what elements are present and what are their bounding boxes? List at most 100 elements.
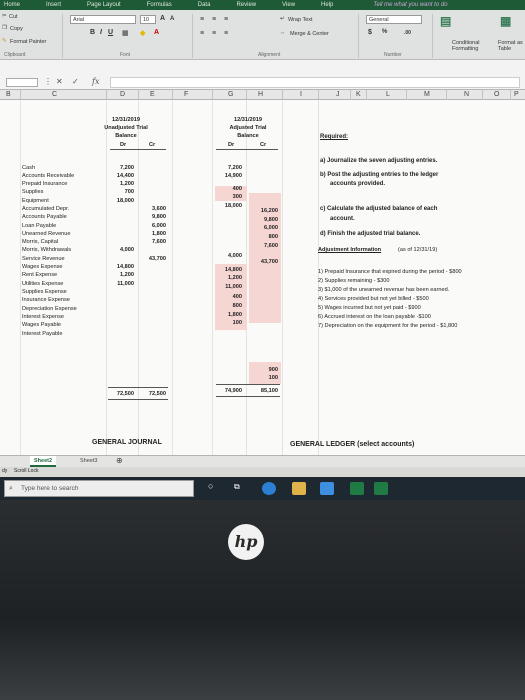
column-header-i[interactable]: I [300, 91, 302, 98]
column-header-g[interactable]: G [228, 91, 233, 98]
account-supplies: Supplies [22, 189, 44, 195]
column-header-e[interactable]: E [150, 91, 155, 98]
required-item-a: a) Journalize the seven adjusting entrie… [320, 158, 438, 164]
adjustment-info-date: (as of 12/31/19) [398, 247, 438, 253]
column-header-h[interactable]: H [258, 91, 263, 98]
taskbar-search-box[interactable]: ⌕ Type here to search [4, 480, 194, 497]
conditional-formatting-icon[interactable]: ▤ [440, 14, 451, 28]
adj-dr-cell: 400 [232, 294, 242, 300]
adj-dr-cell: 4,000 [228, 253, 242, 259]
adj-dr-cell: 18,000 [224, 203, 242, 209]
font-name-select[interactable]: Arial [70, 15, 136, 24]
column-header-j[interactable]: J [336, 91, 340, 98]
column-header-c[interactable]: C [52, 91, 57, 98]
decimal-icon[interactable]: .00 [404, 30, 411, 36]
formula-input[interactable] [110, 77, 520, 88]
align-top-icon[interactable]: ≡ [200, 16, 204, 23]
wrap-text-button[interactable]: Wrap Text [288, 17, 313, 23]
total-double-underline [108, 399, 168, 400]
store-icon[interactable] [320, 482, 334, 495]
tab-data[interactable]: Data [198, 2, 211, 8]
underline-icon[interactable]: U [108, 29, 113, 36]
format-as-table-icon[interactable]: ▦ [500, 14, 511, 28]
tab-page-layout[interactable]: Page Layout [87, 2, 121, 8]
file-explorer-icon[interactable] [292, 482, 306, 495]
grow-font-icon[interactable]: A [160, 15, 165, 22]
currency-icon[interactable]: $ [368, 29, 372, 36]
tab-review[interactable]: Review [236, 2, 256, 8]
excel-taskbar-icon-2[interactable] [374, 482, 388, 495]
scissors-icon[interactable]: ✂ [2, 13, 7, 19]
font-size-select[interactable]: 10 [140, 15, 156, 24]
number-format-select[interactable]: General [366, 15, 422, 24]
align-bottom-icon[interactable]: ≡ [224, 16, 228, 23]
adj-dr-cell: 1,200 [228, 275, 242, 281]
format-as-table-button[interactable]: Format as Table [498, 40, 525, 52]
italic-icon[interactable]: I [100, 29, 102, 36]
font-color-icon[interactable]: A [154, 29, 159, 36]
align-right-icon[interactable]: ≡ [224, 30, 228, 37]
column-header-divider [106, 90, 107, 100]
function-icon[interactable]: fx [92, 77, 99, 86]
bold-icon[interactable]: B [90, 29, 95, 36]
gridline [138, 100, 139, 455]
column-header-k[interactable]: K [356, 91, 361, 98]
wrap-text-icon[interactable]: ↵ [280, 16, 285, 22]
copy-icon[interactable]: ❐ [2, 25, 7, 31]
excel-taskbar-icon[interactable] [350, 482, 364, 495]
column-header-l[interactable]: L [386, 91, 390, 98]
worksheet-grid[interactable]: 12/31/2019 Unadjusted Trial Balance Dr C… [0, 100, 525, 455]
sheet-tab-sheet2[interactable]: Sheet2 [30, 456, 57, 467]
confirm-icon[interactable]: ✓ [72, 77, 79, 86]
number-group-label: Number [384, 52, 402, 58]
format-painter-button[interactable]: Format Painter [10, 39, 46, 45]
account-accounts-receivable: Accounts Receivable [22, 173, 75, 179]
align-left-icon[interactable]: ≡ [200, 30, 204, 37]
ribbon: ✂ Cut ❐ Copy ✎ Format Painter Clipboard … [0, 10, 525, 60]
percent-icon[interactable]: % [382, 29, 387, 35]
total-underline [108, 387, 168, 388]
name-box[interactable] [6, 78, 38, 87]
cancel-icon[interactable]: ✕ [56, 77, 63, 86]
tab-home[interactable]: Home [4, 2, 20, 8]
column-header-divider [172, 90, 173, 100]
borders-icon[interactable]: ▦ [122, 29, 129, 37]
tab-help[interactable]: Help [321, 2, 333, 8]
cortana-icon[interactable]: ○ [208, 482, 213, 491]
tab-formulas[interactable]: Formulas [147, 2, 172, 8]
task-view-icon[interactable]: ⧉ [234, 483, 240, 491]
sheet-tab-sheet3[interactable]: Sheet3 [76, 456, 101, 467]
required-item-b-cont: accounts provided. [330, 181, 386, 187]
column-header-p[interactable]: P [514, 91, 519, 98]
merge-center-icon[interactable]: ⇔ [280, 30, 286, 36]
column-header-n[interactable]: N [464, 91, 469, 98]
merge-center-button[interactable]: Merge & Center [290, 31, 329, 37]
column-header-d[interactable]: D [120, 91, 125, 98]
unadj-dr-cell: 4,000 [120, 247, 134, 253]
conditional-formatting-button[interactable]: Conditional Formatting [452, 40, 496, 52]
edge-icon[interactable] [262, 482, 276, 495]
add-sheet-icon[interactable]: ⊕ [112, 456, 127, 467]
shrink-font-icon[interactable]: A [170, 16, 174, 22]
account-insurance-expense: Insurance Expense [22, 297, 70, 303]
expand-icon[interactable]: ⋮ [44, 77, 52, 86]
align-center-icon[interactable]: ≡ [212, 30, 216, 37]
account-supplies-expense: Supplies Expense [22, 289, 67, 295]
adj-cr-cell: 16,200 [260, 208, 278, 214]
column-header-o[interactable]: O [494, 91, 499, 98]
adj-total-dr: 74,900 [224, 388, 242, 394]
copy-button[interactable]: Copy [10, 26, 23, 32]
column-header-b[interactable]: B [6, 91, 11, 98]
column-header-f[interactable]: F [184, 91, 188, 98]
cut-button[interactable]: Cut [9, 14, 18, 20]
account-morris-withdrawals: Morris, Withdrawals [22, 247, 72, 253]
format-painter-icon[interactable]: ✎ [2, 38, 7, 44]
gridline [172, 100, 173, 455]
tab-view[interactable]: View [282, 2, 295, 8]
align-middle-icon[interactable]: ≡ [212, 16, 216, 23]
tab-insert[interactable]: Insert [46, 2, 61, 8]
tell-me-box[interactable]: Tell me what you want to do [373, 2, 447, 8]
account-interest-payable: Interest Payable [22, 331, 63, 337]
column-header-m[interactable]: M [424, 91, 430, 98]
fill-color-icon[interactable]: ◆ [140, 29, 145, 37]
